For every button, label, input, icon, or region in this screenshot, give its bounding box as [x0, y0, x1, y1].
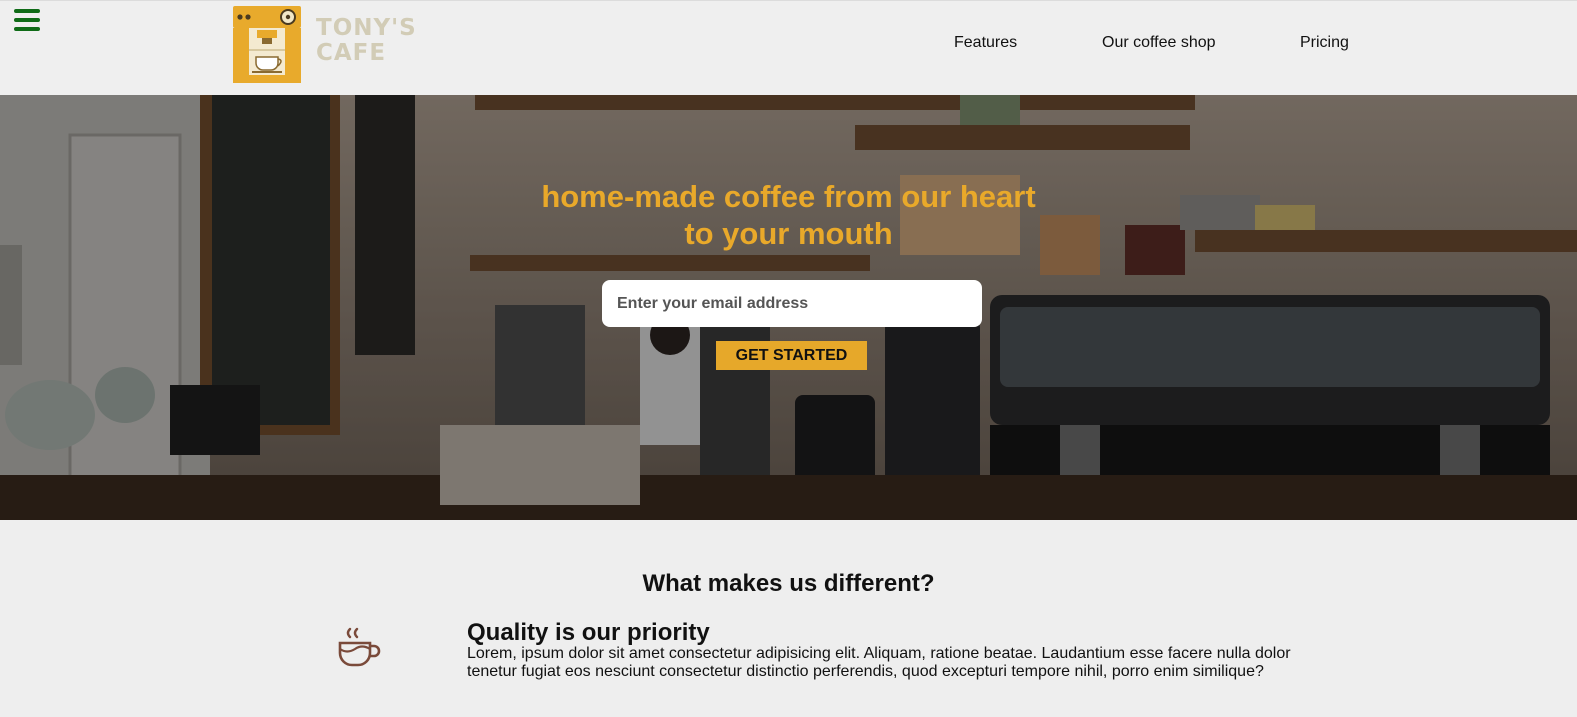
hero-title: home-made coffee from our heart to your …	[0, 178, 1577, 252]
logo-text-line2: CAFE	[316, 40, 387, 66]
feature-heading: Quality is our priority	[467, 619, 710, 646]
get-started-button[interactable]: GET STARTED	[716, 341, 867, 370]
logo[interactable]: TONY'S CAFE	[232, 5, 417, 83]
logo-text: TONY'S CAFE	[316, 16, 417, 66]
nav-link-pricing[interactable]: Pricing	[1300, 34, 1349, 52]
hero-title-line2: to your mouth	[684, 216, 893, 251]
coffee-machine-icon	[233, 6, 301, 83]
nav-link-features[interactable]: Features	[954, 34, 1017, 52]
logo-text-line1: TONY'S	[316, 15, 417, 41]
email-input[interactable]	[602, 280, 982, 327]
site-header: TONY'S CAFE Features Our coffee shop Pri…	[0, 0, 1577, 95]
hero-title-line1: home-made coffee from our heart	[541, 179, 1036, 214]
feature-description: Lorem, ipsum dolor sit amet consectetur …	[467, 645, 1291, 680]
nav-link-our-coffee-shop[interactable]: Our coffee shop	[1102, 34, 1216, 52]
hamburger-menu-icon[interactable]	[14, 9, 40, 31]
coffee-cup-icon	[338, 627, 381, 667]
hero-section: home-made coffee from our heart to your …	[0, 95, 1577, 520]
section-title: What makes us different?	[642, 570, 935, 597]
